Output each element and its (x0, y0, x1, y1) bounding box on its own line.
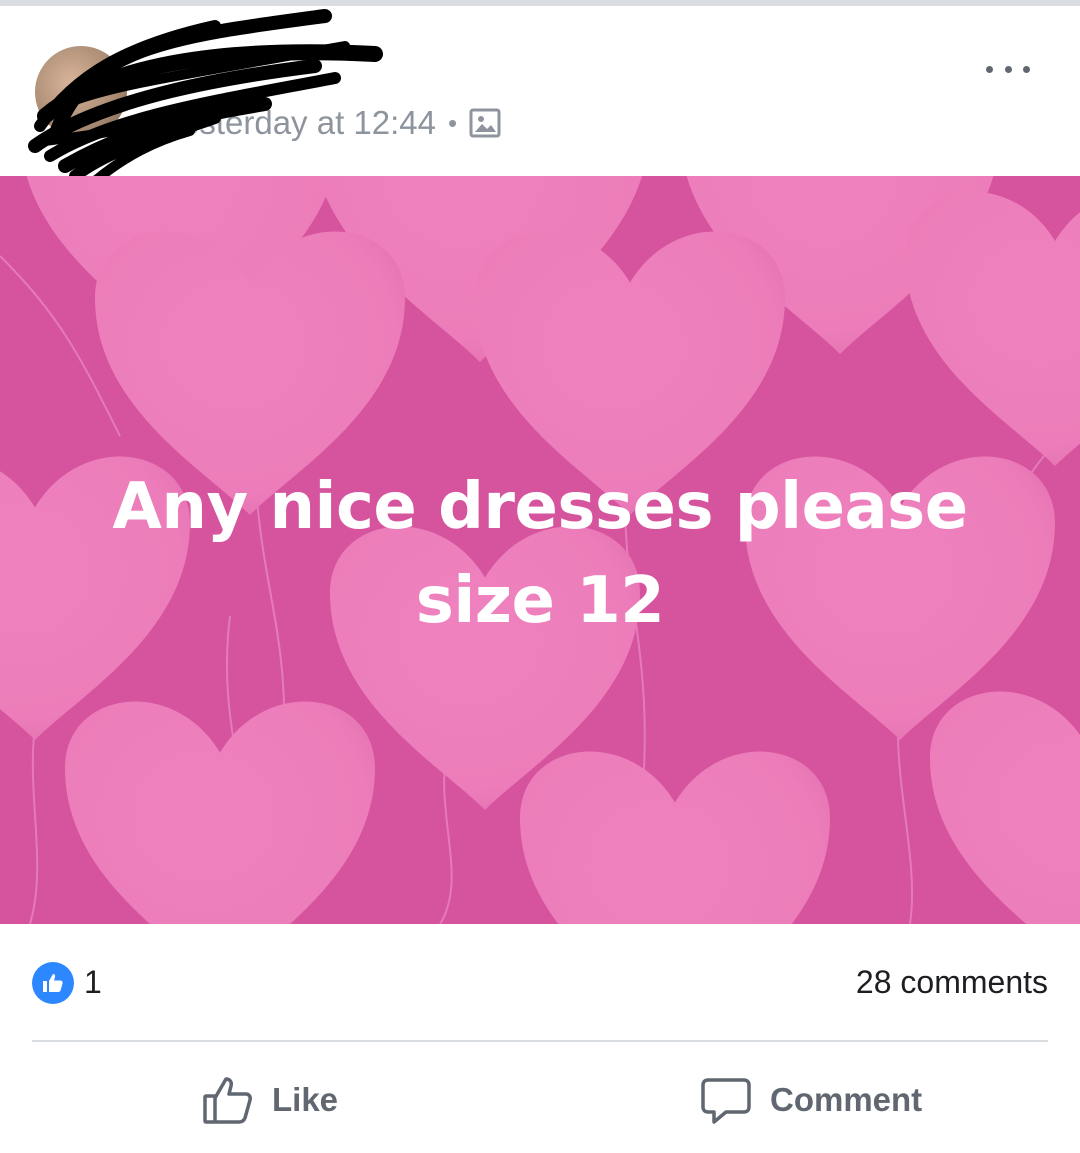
like-button[interactable]: Like (202, 1070, 338, 1130)
more-options-button[interactable] (986, 51, 1030, 87)
more-options-icon (986, 65, 993, 73)
post-text-line-2: size 12 (415, 564, 665, 638)
comment-button-label: Comment (770, 1081, 923, 1118)
like-count[interactable]: 1 (84, 964, 102, 1001)
like-button-label: Like (272, 1081, 339, 1118)
meta-separator: • (448, 107, 458, 138)
post-text-line-1: Any nice dresses please (112, 470, 968, 544)
comments-count-link[interactable]: 28 comments (856, 964, 1048, 1001)
redaction-scribble (28, 9, 383, 186)
comment-button[interactable]: Comment (700, 1070, 922, 1130)
reactions-summary: 1 28 comments (32, 960, 1048, 1006)
thumbs-up-icon (202, 1074, 254, 1126)
more-options-icon-dot (1023, 65, 1030, 73)
post-header: Yesterday at 12:44 • (0, 6, 1080, 186)
comment-icon (700, 1074, 752, 1126)
action-divider (32, 1040, 1048, 1042)
like-reaction-icon[interactable] (32, 962, 74, 1004)
more-options-icon-dot (1004, 65, 1012, 73)
post-action-bar: Like Comment (0, 1060, 1080, 1140)
photo-icon (469, 107, 501, 139)
post-text: Any nice dresses please size 12 (60, 460, 1020, 648)
